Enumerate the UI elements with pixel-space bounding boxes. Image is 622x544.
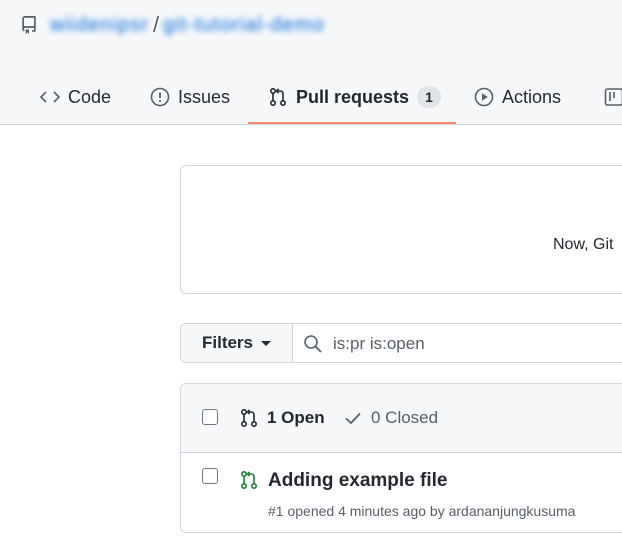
tab-code-label: Code <box>68 86 112 107</box>
tab-issues-label: Issues <box>178 86 231 107</box>
search-icon <box>303 334 323 354</box>
git-pull-request-icon <box>268 87 288 107</box>
git-pull-request-icon <box>239 408 259 428</box>
repo-tabs: Code Issues Pull requests 1 Actions <box>0 72 622 124</box>
check-icon <box>343 408 363 428</box>
open-filter-link[interactable]: 1 Open <box>239 408 325 428</box>
repo-name-link[interactable]: git-tutorial-demo <box>163 14 325 37</box>
pull-request-list: 1 Open 0 Closed Adding example file #1 o… <box>180 383 622 533</box>
play-icon <box>474 87 494 107</box>
banner-text: Now, Git <box>553 236 614 253</box>
tab-actions[interactable]: Actions <box>474 72 561 122</box>
open-count-label: 1 Open <box>267 408 325 427</box>
repo-header: wiidenipsr / git-tutorial-demo Code Issu… <box>0 0 622 125</box>
filter-bar: Filters <box>180 323 622 363</box>
select-all-checkbox[interactable] <box>202 409 218 425</box>
tab-projects[interactable] <box>604 72 622 122</box>
repo-breadcrumb: wiidenipsr / git-tutorial-demo <box>20 12 325 38</box>
repo-separator: / <box>152 12 160 37</box>
repo-icon <box>20 15 38 35</box>
pull-request-title-link[interactable]: Adding example file <box>268 470 447 492</box>
tab-actions-label: Actions <box>502 86 562 107</box>
pull-requests-counter: 1 <box>417 86 442 108</box>
pull-request-checkbox[interactable] <box>202 468 218 484</box>
list-header: 1 Open 0 Closed <box>181 384 622 453</box>
repo-owner-link[interactable]: wiidenipsr <box>50 14 149 37</box>
caret-down-icon <box>261 340 272 346</box>
pull-requests-banner: Now, Git <box>180 165 622 294</box>
tab-pull-requests[interactable]: Pull requests 1 <box>268 72 442 122</box>
git-pull-request-open-icon <box>239 470 259 490</box>
closed-filter-link[interactable]: 0 Closed <box>343 408 438 428</box>
selected-tab-underline <box>248 122 456 124</box>
tab-issues[interactable]: Issues <box>150 72 230 122</box>
code-icon <box>40 87 60 107</box>
filters-dropdown-button[interactable]: Filters <box>181 324 293 362</box>
tab-pull-requests-label: Pull requests <box>296 86 410 107</box>
tab-code[interactable]: Code <box>40 72 111 122</box>
closed-count-label: 0 Closed <box>371 408 439 427</box>
pull-request-meta: #1 opened 4 minutes ago by ardananjungku… <box>268 503 576 519</box>
project-icon <box>604 87 622 107</box>
filters-label: Filters <box>201 333 254 352</box>
search-input[interactable] <box>331 324 622 362</box>
issue-opened-icon <box>150 87 170 107</box>
